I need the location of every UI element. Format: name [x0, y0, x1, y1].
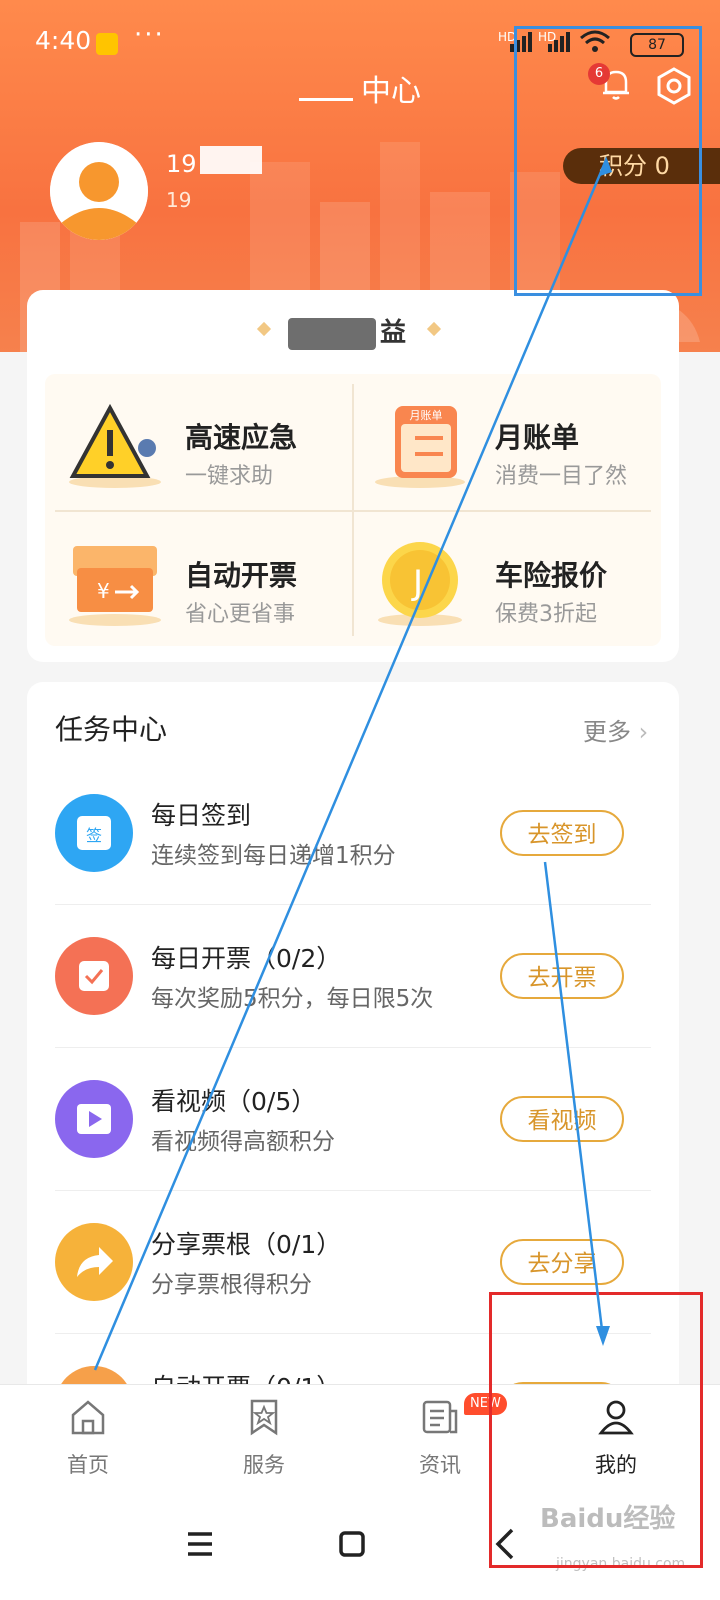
warning-triangle-icon	[69, 403, 161, 488]
news-icon	[422, 1400, 458, 1434]
benefit-subtitle: 一键求助	[185, 464, 274, 489]
avatar-person-icon	[50, 142, 148, 240]
task-title: 每日签到	[151, 801, 252, 830]
benefit-monthly-bill[interactable]: 月账单 月账单 消费一目了然	[355, 374, 661, 508]
benefit-auto-invoice[interactable]: ¥ 自动开票 省心更省事	[45, 512, 351, 646]
tab-label: 资讯	[419, 1453, 461, 1477]
share-arrow-icon	[55, 1223, 133, 1301]
checkin-button[interactable]: 去签到	[500, 810, 624, 856]
more-notifications-icon: ···	[134, 20, 165, 50]
benefit-title: 高速应急	[185, 421, 298, 454]
status-time: 4:40	[35, 26, 92, 55]
task-subtitle: 连续签到每日递增1积分	[151, 843, 396, 869]
watch-video-button[interactable]: 看视频	[500, 1096, 624, 1142]
task-watch-video: 看视频（0/5） 看视频得高额积分 看视频	[27, 1048, 679, 1191]
notification-app-icon	[96, 33, 118, 55]
task-subtitle: 每次奖励5积分，每日限5次	[151, 986, 434, 1012]
insurance-coin-icon: J	[378, 542, 462, 626]
calendar-checkin-icon: 签	[55, 794, 133, 872]
task-center-more-link[interactable]: 更多 ›	[583, 712, 648, 747]
monthly-bill-icon: 月账单	[375, 406, 465, 488]
benefit-subtitle: 省心更省事	[185, 602, 296, 627]
share-button[interactable]: 去分享	[500, 1239, 624, 1285]
task-daily-invoice: 每日开票（0/2） 每次奖励5积分，每日限5次 去开票	[27, 905, 679, 1048]
highlight-box-red	[489, 1292, 703, 1568]
benefit-title: 车险报价	[495, 559, 608, 592]
user-phone: 19	[166, 188, 192, 212]
svg-text:J: J	[411, 563, 423, 603]
service-icon	[250, 1399, 278, 1436]
home-square-icon[interactable]	[322, 1514, 382, 1574]
menu-icon[interactable]	[170, 1514, 230, 1574]
svg-text:签: 签	[86, 826, 102, 845]
avatar[interactable]	[50, 142, 148, 240]
svg-text:¥: ¥	[97, 579, 110, 603]
invoice-button[interactable]: 去开票	[500, 953, 624, 999]
tab-label: 服务	[243, 1453, 285, 1477]
chevron-right-icon: ›	[631, 718, 649, 746]
benefit-title: 月账单	[495, 421, 580, 454]
benefits-card: 益 高速应急 一键求助 月账单 月账单 消费一目了然 ¥ 自动开票 省心更省事 …	[27, 290, 679, 662]
brand-logo-icon	[299, 78, 353, 101]
benefit-title: 自动开票	[185, 559, 298, 592]
task-subtitle: 看视频得高额积分	[151, 1129, 335, 1155]
tab-service[interactable]: 服务	[204, 1397, 324, 1487]
tab-label: 首页	[67, 1453, 109, 1477]
benefits-grid: 高速应急 一键求助 月账单 月账单 消费一目了然 ¥ 自动开票 省心更省事 J …	[45, 374, 661, 646]
user-name: 19	[166, 150, 197, 178]
tab-home[interactable]: 首页	[28, 1397, 148, 1487]
task-daily-checkin: 签 每日签到 连续签到每日递增1积分 去签到	[27, 762, 679, 905]
benefits-title: 益	[379, 318, 406, 348]
task-subtitle: 分享票根得积分	[151, 1272, 312, 1298]
task-title: 每日开票（0/2）	[151, 944, 342, 973]
benefit-subtitle: 保费3折起	[495, 602, 597, 627]
video-play-icon	[55, 1080, 133, 1158]
benefit-subtitle: 消费一目了然	[495, 464, 628, 489]
home-icon	[71, 1400, 105, 1435]
task-title: 分享票根（0/1）	[151, 1230, 342, 1259]
highlight-box-blue	[514, 26, 702, 296]
benefit-car-insurance[interactable]: J 车险报价 保费3折起	[355, 512, 661, 646]
svg-text:月账单: 月账单	[410, 409, 443, 422]
benefit-highway-emergency[interactable]: 高速应急 一键求助	[45, 374, 351, 508]
task-title: 看视频（0/5）	[151, 1087, 317, 1116]
task-center-title: 任务中心	[55, 713, 168, 746]
calendar-check-icon	[55, 937, 133, 1015]
ticket-icon: ¥	[69, 546, 161, 626]
privacy-mask	[200, 146, 262, 174]
